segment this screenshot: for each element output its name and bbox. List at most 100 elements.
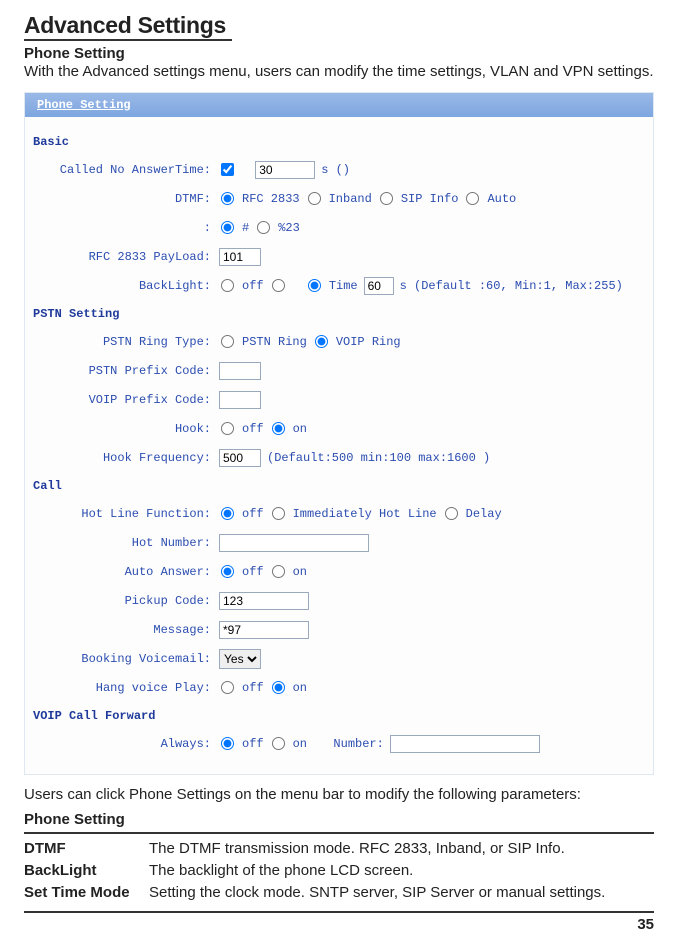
radio-pct[interactable] — [257, 221, 270, 234]
row-pickup: Pickup Code: — [33, 588, 645, 614]
checkbox-no-answer[interactable] — [221, 163, 234, 176]
radio-hotline-imm[interactable] — [272, 507, 285, 520]
row-no-answer: Called No AnswerTime: s () — [33, 157, 645, 183]
radio-hang-on[interactable] — [272, 681, 285, 694]
below-subhead: Phone Setting — [24, 811, 654, 828]
def-row: DTMF The DTMF transmission mode. RFC 283… — [24, 840, 654, 857]
panel-header: Phone Setting — [25, 93, 653, 117]
radio-hash[interactable] — [221, 221, 234, 234]
row-payload: RFC 2833 PayLoad: — [33, 244, 645, 270]
definition-table: DTMF The DTMF transmission mode. RFC 283… — [24, 832, 654, 901]
radio-backlight-blank[interactable] — [272, 279, 285, 292]
section-subtitle: Phone Setting — [24, 45, 654, 62]
radio-dtmf-auto-label: Auto — [487, 192, 516, 206]
radio-dtmf-inband-label: Inband — [329, 192, 372, 206]
input-backlight[interactable] — [364, 277, 394, 295]
def-term: Set Time Mode — [24, 884, 149, 901]
label-hot-number: Hot Number: — [33, 536, 219, 550]
label-hot-line: Hot Line Function: — [33, 507, 219, 521]
label-voip-prefix: VOIP Prefix Code: — [33, 393, 219, 407]
phone-setting-panel: Phone Setting Basic Called No AnswerTime… — [24, 92, 654, 775]
section-basic: Basic — [33, 135, 645, 149]
label-message: Message: — [33, 623, 219, 637]
input-message[interactable] — [219, 621, 309, 639]
input-payload[interactable] — [219, 248, 261, 266]
page-title: Advanced Settings — [24, 12, 232, 41]
label-always: Always: — [33, 737, 219, 751]
radio-always-on[interactable] — [272, 737, 285, 750]
radio-hang-on-label: on — [293, 681, 307, 695]
input-hook-freq[interactable] — [219, 449, 261, 467]
radio-pct-label: %23 — [278, 221, 300, 235]
def-row: Set Time Mode Setting the clock mode. SN… — [24, 884, 654, 901]
row-hot-line: Hot Line Function: off Immediately Hot L… — [33, 501, 645, 527]
label-ring-type: PSTN Ring Type: — [33, 335, 219, 349]
label-auto-answer: Auto Answer: — [33, 565, 219, 579]
def-term: DTMF — [24, 840, 149, 857]
label-hook: Hook: — [33, 422, 219, 436]
radio-always-on-label: on — [293, 737, 307, 751]
radio-pstn-ring-label: PSTN Ring — [242, 335, 307, 349]
label-hook-freq: Hook Frequency: — [33, 451, 219, 465]
below-caption: Users can click Phone Settings on the me… — [24, 785, 654, 805]
radio-hang-off[interactable] — [221, 681, 234, 694]
def-desc: The backlight of the phone LCD screen. — [149, 862, 654, 879]
row-voicemail: Booking Voicemail: Yes — [33, 646, 645, 672]
label-no-answer: Called No AnswerTime: — [33, 163, 219, 177]
row-ring-type: PSTN Ring Type: PSTN Ring VOIP Ring — [33, 329, 645, 355]
row-message: Message: — [33, 617, 645, 643]
input-no-answer[interactable] — [255, 161, 315, 179]
radio-hook-off-label: off — [242, 422, 264, 436]
radio-pstn-ring[interactable] — [221, 335, 234, 348]
input-pstn-prefix[interactable] — [219, 362, 261, 380]
radio-backlight-time[interactable] — [308, 279, 321, 292]
radio-hotline-imm-label: Immediately Hot Line — [293, 507, 437, 521]
radio-dtmf-rfc[interactable] — [221, 192, 234, 205]
radio-voip-ring[interactable] — [315, 335, 328, 348]
suffix-backlight: s (Default :60, Min:1, Max:255) — [400, 279, 623, 293]
def-term: BackLight — [24, 862, 149, 879]
row-hash: : # %23 — [33, 215, 645, 241]
radio-voip-ring-label: VOIP Ring — [336, 335, 401, 349]
radio-dtmf-inband[interactable] — [308, 192, 321, 205]
label-always-number: Number: — [333, 737, 383, 751]
radio-dtmf-auto[interactable] — [466, 192, 479, 205]
radio-hotline-delay[interactable] — [445, 507, 458, 520]
section-pstn: PSTN Setting — [33, 307, 645, 321]
radio-hotline-off[interactable] — [221, 507, 234, 520]
row-hang: Hang voice Play: off on — [33, 675, 645, 701]
radio-backlight-off[interactable] — [221, 279, 234, 292]
radio-hash-label: # — [242, 221, 249, 235]
radio-hotline-delay-label: Delay — [466, 507, 502, 521]
input-hot-number[interactable] — [219, 534, 369, 552]
radio-always-off-label: off — [242, 737, 264, 751]
intro-text: With the Advanced settings menu, users c… — [24, 62, 654, 82]
radio-auto-off-label: off — [242, 565, 264, 579]
label-payload: RFC 2833 PayLoad: — [33, 250, 219, 264]
def-row: BackLight The backlight of the phone LCD… — [24, 862, 654, 879]
label-pstn-prefix: PSTN Prefix Code: — [33, 364, 219, 378]
select-voicemail[interactable]: Yes — [219, 649, 261, 669]
radio-dtmf-rfc-label: RFC 2833 — [242, 192, 300, 206]
input-voip-prefix[interactable] — [219, 391, 261, 409]
row-hook-freq: Hook Frequency: (Default:500 min:100 max… — [33, 445, 645, 471]
section-call: Call — [33, 479, 645, 493]
input-pickup[interactable] — [219, 592, 309, 610]
radio-hotline-off-label: off — [242, 507, 264, 521]
input-always-number[interactable] — [390, 735, 540, 753]
radio-hang-off-label: off — [242, 681, 264, 695]
radio-backlight-off-label: off — [242, 279, 264, 293]
radio-dtmf-sip-label: SIP Info — [401, 192, 459, 206]
row-hook: Hook: off on — [33, 416, 645, 442]
radio-hook-on-label: on — [293, 422, 307, 436]
row-dtmf: DTMF: RFC 2833 Inband SIP Info Auto — [33, 186, 645, 212]
radio-hook-off[interactable] — [221, 422, 234, 435]
row-auto-answer: Auto Answer: off on — [33, 559, 645, 585]
radio-auto-off[interactable] — [221, 565, 234, 578]
radio-auto-on[interactable] — [272, 565, 285, 578]
radio-hook-on[interactable] — [272, 422, 285, 435]
radio-always-off[interactable] — [221, 737, 234, 750]
def-desc: Setting the clock mode. SNTP server, SIP… — [149, 884, 654, 901]
row-hot-number: Hot Number: — [33, 530, 645, 556]
radio-dtmf-sip[interactable] — [380, 192, 393, 205]
